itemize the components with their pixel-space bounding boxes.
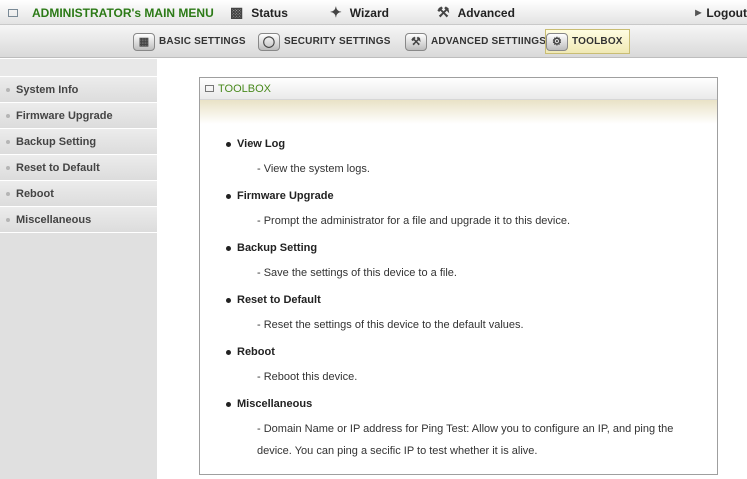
bullet-dot-icon — [6, 87, 10, 92]
status-icon: ▩ — [230, 4, 244, 20]
sidebar-item-label: Backup Setting — [16, 135, 97, 148]
bullet-dot-icon — [6, 113, 10, 118]
advanced-label: Advanced — [457, 5, 515, 20]
sidebar-item-reboot[interactable]: Reboot — [0, 181, 157, 207]
advanced-settings-icon: ⚒ — [405, 32, 427, 51]
bullet-dot-icon — [6, 217, 10, 222]
sidebar-item-firmware-upgrade[interactable]: Firmware Upgrade — [0, 103, 157, 129]
bullet-dot-icon — [6, 165, 10, 170]
sidebar-item-label: Miscellaneous — [16, 213, 92, 226]
tab-basic-settings[interactable]: ▦ BASIC SETTINGS — [133, 29, 246, 54]
tab-toolbox[interactable]: ⚙ TOOLBOX — [545, 29, 630, 54]
bullet-icon — [226, 350, 231, 355]
panel-band — [200, 100, 717, 124]
entry-title: View Log — [237, 138, 286, 150]
top-menu-bar: ADMINISTRATOR's MAIN MENU ▩ Status ✦ Wiz… — [0, 0, 747, 25]
sidebar-item-label: Firmware Upgrade — [16, 109, 113, 122]
tab-label: SECURITY SETTINGS — [284, 36, 391, 47]
entry-description: - Save the settings of this device to a … — [257, 267, 457, 279]
sidebar-item-label: System Info — [16, 83, 79, 96]
bullet-icon — [226, 194, 231, 199]
entry-title: Miscellaneous — [237, 398, 313, 410]
sidebar-item-label: Reset to Default — [16, 161, 100, 174]
bullet-icon — [226, 402, 231, 407]
main-menu-label: ADMINISTRATOR's MAIN MENU — [32, 5, 214, 20]
tab-advanced-settings[interactable]: ⚒ ADVANCED SETTIINGS — [405, 29, 546, 54]
tab-label: TOOLBOX — [572, 36, 623, 47]
logout-arrow-icon: ▶ — [695, 8, 702, 17]
toolbox-panel: TOOLBOX View Log - View the system logs.… — [199, 77, 718, 475]
entry-description: - Reboot this device. — [257, 371, 358, 383]
status-label: Status — [251, 5, 288, 20]
entry-title: Backup Setting — [237, 242, 318, 254]
entry-description: - View the system logs. — [257, 163, 370, 175]
basic-settings-icon: ▦ — [133, 32, 155, 51]
status-link[interactable]: ▩ Status — [230, 0, 288, 25]
security-settings-icon: ◯ — [258, 32, 280, 51]
settings-tab-bar: ▦ BASIC SETTINGS ◯ SECURITY SETTINGS ⚒ A… — [0, 25, 747, 58]
bullet-icon — [226, 246, 231, 251]
bullet-dot-icon — [6, 191, 10, 196]
advanced-link[interactable]: ⚒ Advanced — [437, 0, 515, 25]
tab-label: ADVANCED SETTIINGS — [431, 36, 547, 47]
entry-title: Reboot — [237, 346, 275, 358]
sidebar-spacer — [0, 59, 157, 77]
list-item: Firmware Upgrade - Prompt the administra… — [200, 184, 719, 236]
tab-security-settings[interactable]: ◯ SECURITY SETTINGS — [258, 29, 391, 54]
sidebar-item-miscellaneous[interactable]: Miscellaneous — [0, 207, 157, 233]
logout-label: Logout — [706, 5, 747, 20]
sidebar-item-reset-to-default[interactable]: Reset to Default — [0, 155, 157, 181]
bullet-dot-icon — [6, 139, 10, 144]
panel-title: TOOLBOX — [218, 82, 271, 95]
advanced-icon: ⚒ — [437, 4, 450, 20]
wizard-label: Wizard — [349, 5, 389, 20]
menu-square-icon — [8, 8, 18, 17]
sidebar-item-backup-setting[interactable]: Backup Setting — [0, 129, 157, 155]
entry-description: - Prompt the administrator for a file an… — [257, 215, 571, 227]
entry-description: - Domain Name or IP address for Ping Tes… — [257, 423, 674, 457]
list-item: Miscellaneous - Domain Name or IP addres… — [200, 392, 719, 457]
wizard-icon: ✦ — [330, 4, 342, 20]
toolbox-icon: ⚙ — [546, 32, 568, 51]
list-item: View Log - View the system logs. — [200, 132, 719, 184]
list-item: Backup Setting - Save the settings of th… — [200, 236, 719, 288]
sidebar-item-system-info[interactable]: System Info — [0, 77, 157, 103]
list-item: Reboot - Reboot this device. — [200, 340, 719, 392]
bullet-icon — [226, 298, 231, 303]
panel-header: TOOLBOX — [200, 78, 717, 100]
main-menu-title[interactable]: ADMINISTRATOR's MAIN MENU — [8, 0, 214, 25]
entry-title: Reset to Default — [237, 294, 321, 306]
list-item: Reset to Default - Reset the settings of… — [200, 288, 719, 340]
entry-description: - Reset the settings of this device to t… — [257, 319, 524, 331]
wizard-link[interactable]: ✦ Wizard — [330, 0, 389, 25]
sidebar: System Info Firmware Upgrade Backup Sett… — [0, 59, 157, 479]
sidebar-item-label: Reboot — [16, 187, 54, 200]
bullet-icon — [226, 142, 231, 147]
entry-title: Firmware Upgrade — [237, 190, 334, 202]
panel-square-icon — [205, 85, 214, 92]
toolbox-entry-list: View Log - View the system logs. Firmwar… — [200, 132, 719, 457]
tab-label: BASIC SETTINGS — [159, 36, 246, 47]
logout-link[interactable]: ▶ Logout — [695, 0, 747, 25]
